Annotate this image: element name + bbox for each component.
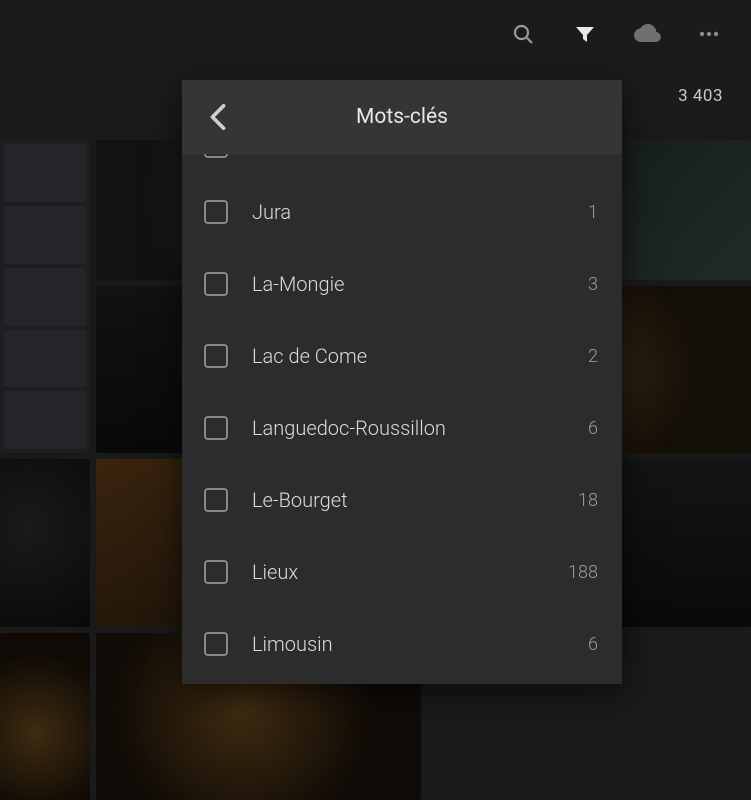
keyword-count: 188: [568, 562, 598, 583]
list-item[interactable]: Lieux 188: [182, 536, 622, 608]
thumb-strip: [0, 140, 90, 453]
keyword-label: Jura: [252, 200, 588, 224]
list-item[interactable]: Lac de Come 2: [182, 320, 622, 392]
keyword-label: Lieux: [252, 560, 568, 584]
panel-header: Mots-clés: [182, 80, 622, 154]
checkbox[interactable]: [204, 200, 228, 224]
keyword-count: 6: [588, 418, 598, 439]
search-icon[interactable]: [509, 20, 537, 48]
keyword-count: 1: [588, 202, 598, 223]
back-button[interactable]: [200, 99, 236, 135]
list-item[interactable]: La-Mongie 3: [182, 248, 622, 320]
panel-title: Mots-clés: [182, 105, 622, 129]
checkbox[interactable]: [204, 488, 228, 512]
list-item[interactable]: Italie 91: [182, 154, 622, 176]
keyword-label: Italie: [252, 154, 578, 158]
checkbox[interactable]: [204, 560, 228, 584]
checkbox[interactable]: [204, 272, 228, 296]
keyword-count: 6: [588, 634, 598, 655]
top-bar: [0, 0, 751, 68]
keyword-count: 18: [578, 490, 598, 511]
more-icon[interactable]: [695, 20, 723, 48]
keyword-label: Limousin: [252, 632, 588, 656]
keywords-list[interactable]: Italie 91 Jura 1 La-Mongie 3 Lac de Come…: [182, 154, 622, 684]
keyword-label: La-Mongie: [252, 272, 588, 296]
list-item[interactable]: Jura 1: [182, 176, 622, 248]
checkbox[interactable]: [204, 154, 228, 158]
keyword-count: 91: [578, 154, 598, 155]
checkbox[interactable]: [204, 416, 228, 440]
keywords-panel: Mots-clés Italie 91 Jura 1 La-Mongie 3 L…: [182, 80, 622, 684]
keyword-label: Lac de Come: [252, 344, 588, 368]
cloud-icon[interactable]: [633, 20, 661, 48]
filter-icon[interactable]: [571, 20, 599, 48]
keyword-count: 2: [588, 346, 598, 367]
list-item[interactable]: Limousin 6: [182, 608, 622, 680]
checkbox[interactable]: [204, 344, 228, 368]
list-item[interactable]: Languedoc-Roussillon 6: [182, 392, 622, 464]
keyword-label: Languedoc-Roussillon: [252, 416, 588, 440]
list-item[interactable]: Le-Bourget 18: [182, 464, 622, 536]
checkbox[interactable]: [204, 632, 228, 656]
keyword-label: Le-Bourget: [252, 488, 578, 512]
total-count: 3 403: [678, 86, 723, 106]
keyword-count: 3: [588, 274, 598, 295]
